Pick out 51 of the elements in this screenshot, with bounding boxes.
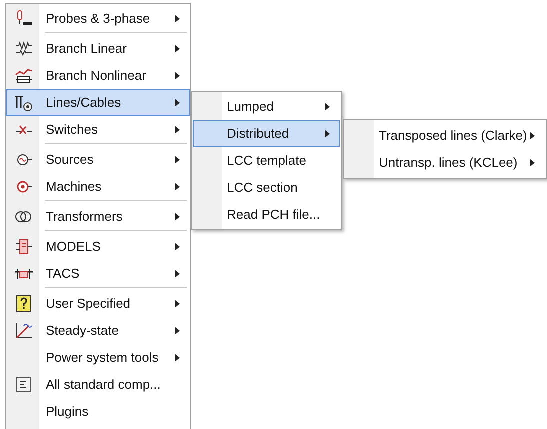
submenu-arrow-icon (175, 15, 180, 23)
nonlinear-branch-icon (14, 66, 32, 84)
transformer-icon (14, 210, 34, 224)
submenu-arrow-icon (175, 300, 180, 308)
submenu-arrow-icon (175, 354, 180, 362)
menu-item[interactable]: User Specified (6, 290, 190, 317)
menu-item[interactable]: Transformers (6, 203, 190, 233)
menu-item[interactable]: Distributed (193, 120, 340, 147)
question-block-icon (14, 294, 32, 312)
menu-item[interactable]: Sources (6, 146, 190, 173)
menu-item[interactable]: Read PCH file... (193, 201, 340, 228)
menu-item[interactable]: LCC template (193, 147, 340, 174)
menu-item[interactable]: Probes & 3-phase (6, 5, 190, 35)
submenu-arrow-icon (175, 243, 180, 251)
line-cable-icon (14, 94, 34, 112)
submenu-arrow-icon (175, 270, 180, 278)
submenu-arrow-icon (325, 130, 330, 138)
menu-item[interactable]: Switches (6, 116, 190, 146)
menu-item[interactable]: Transposed lines (Clarke) (345, 122, 545, 149)
submenu-arrow-icon (175, 183, 180, 191)
menu-item[interactable]: All standard comp... (6, 371, 190, 398)
submenu-arrow-icon (175, 126, 180, 134)
models-block-icon (14, 238, 32, 256)
submenu-arrow-icon (325, 103, 330, 111)
machine-icon (14, 180, 32, 194)
tacs-block-icon (14, 266, 34, 280)
submenu-arrow-icon (175, 213, 180, 221)
submenu-arrow-icon (175, 99, 180, 107)
menu-item[interactable]: Machines (6, 173, 190, 203)
menu-item[interactable]: Steady-state (6, 317, 190, 344)
submenu-arrow-icon (175, 45, 180, 53)
list-icon (16, 376, 32, 392)
probe-icon (14, 10, 32, 28)
menu-item[interactable]: Branch Nonlinear (6, 62, 190, 89)
menu-item[interactable]: Untransp. lines (KCLee) (345, 149, 545, 176)
menu-item[interactable]: Power system tools (6, 344, 190, 371)
source-icon (14, 152, 32, 166)
menu-item[interactable]: Lumped (193, 93, 340, 120)
menu-item[interactable]: Plugins (6, 398, 190, 425)
submenu-arrow-icon (175, 72, 180, 80)
submenu-arrow-icon (530, 132, 535, 140)
submenu-arrow-icon (175, 156, 180, 164)
submenu-arrow-icon (175, 327, 180, 335)
menu-item[interactable]: LCC section (193, 174, 340, 201)
graph-icon (14, 322, 32, 340)
menu-item[interactable]: TACS (6, 260, 190, 290)
submenu-arrow-icon (530, 159, 535, 167)
menu-item[interactable]: MODELS (6, 233, 190, 260)
menu-item[interactable]: Lines/Cables (6, 89, 190, 116)
menu-item[interactable]: Branch Linear (6, 35, 190, 62)
resistor-icon (14, 40, 32, 56)
